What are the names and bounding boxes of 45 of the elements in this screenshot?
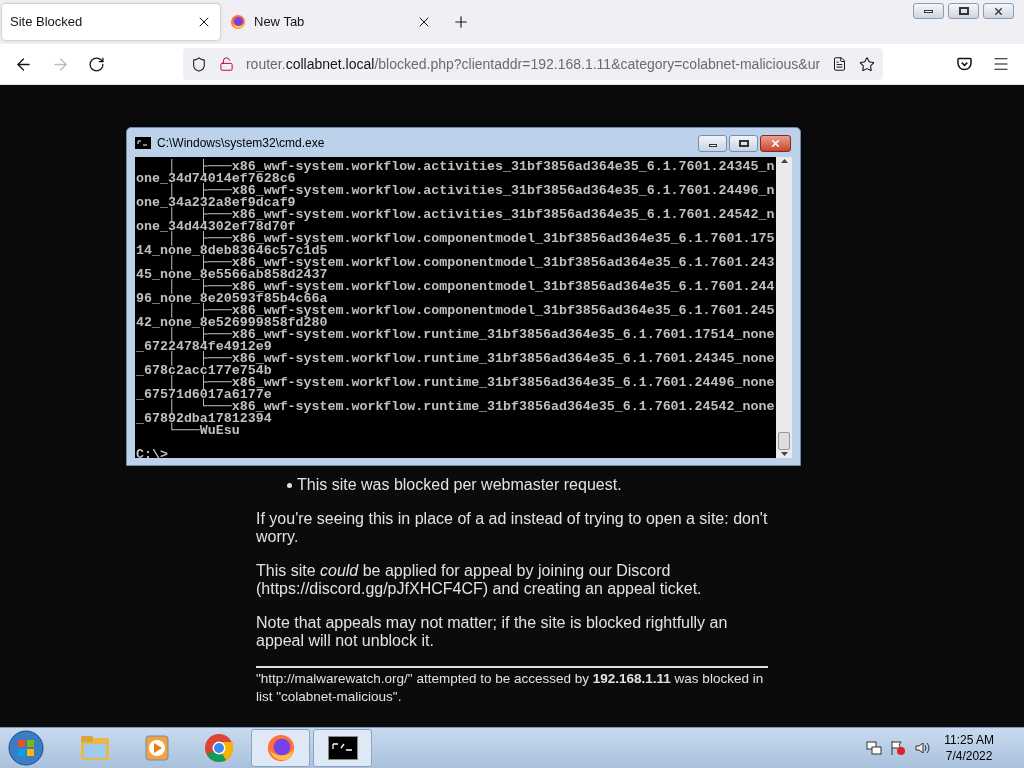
console-output: │ ├───x86_wwf-system.workflow.activities_31bf3856ad364e35_6.1.7601.24345_n one_34d74014ef7628c6 │ ├───x86_wwf-system.workflow.activities_31bf3856ad364e35_6.1.7601.24496_n one_34a232a8ef9dcaf9 │ ├───x86_wwf-system.workflow.activities_31bf3856ad364e35_6.1.7601.24542_n one_34d44302ef78d70f │ ├───x86_wwf-system.workflow.componentmodel_31bf3856ad364e35_6.1.7601.175 14_none_8deb83646c57c1d5 │ ├───x86_wwf-system.workflow.componentmodel_31bf3856ad364e35_6.1.7601.243 45_none_8e5566ab858d2437 │ ├───x86_wwf-system.workflow.componentmodel_31bf3856ad364e35_6.1.7601.244 96_none_8e20593f85b4c66a │ ├───x86_wwf-system.workflow.componentmodel_31bf3856ad364e35_6.1.7601.245 42_none_8e526999858fd280 │ ├───x86_wwf-system.workflow.runtime_31bf3856ad364e35_6.1.7601.17514_none _67224784fe4912e9 │ ├───x86_wwf-system.workflow.runtime_31bf3856ad364e35_6.1.7601.24345_none _678c2acc177e754b │ ├───x86_wwf-system.workflow.runtime_31bf3856ad364e35_6.1.7601.24496_none _67571d6017a6177e │ └───x86_wwf-system.workflow.runtime_31bf3856ad364e35_6.1.7601.24542_none _67892dba17812394 └───WuEsu C:\> (135, 158, 776, 458)
flag-icon[interactable] (890, 740, 907, 756)
window-title: C:\Windows\system32\cmd.exe (157, 134, 325, 152)
scrollbar[interactable] (776, 157, 792, 458)
minimize-button[interactable] (698, 135, 727, 152)
scroll-thumb[interactable] (778, 432, 790, 450)
paragraph: Note that appeals may not matter; if the site is blocked rightfully an appeal will not unblock it. (256, 614, 729, 650)
blocked-notice: "http://malwarewatch.org/" attempted to be accessed by 192.168.1.11 was blocked in list "colabnet-malicious". (256, 670, 765, 706)
chrome-logo-icon (203, 733, 234, 763)
address-bar[interactable]: router.collabnet.local/blocked.php?clientaddr=192.168.1.11&category=colabnet-malicious&ur (183, 48, 883, 80)
close-icon (993, 5, 1004, 17)
browser-tab[interactable]: Site Blocked (2, 4, 220, 40)
reload-icon[interactable] (88, 55, 105, 73)
fox-logo-icon (230, 14, 246, 30)
shield-icon[interactable] (191, 55, 207, 73)
clock[interactable]: 11:25 AM 7/4/2022 (944, 732, 994, 764)
play-icon (144, 735, 169, 761)
browser-tab[interactable]: New Tab (222, 4, 440, 40)
new-tab-icon[interactable] (452, 13, 470, 31)
list-item-text: This site was blocked per webmaster request. (297, 476, 622, 494)
scroll-down-icon[interactable] (780, 452, 788, 456)
maximize-button[interactable] (729, 135, 758, 152)
reader-view-icon[interactable] (832, 56, 848, 72)
folder-icon (79, 734, 110, 762)
menu-icon[interactable] (992, 55, 1010, 73)
lock-icon[interactable] (218, 56, 234, 72)
speaker-icon[interactable] (914, 740, 931, 756)
pocket-icon[interactable] (957, 57, 972, 71)
console-icon (327, 736, 358, 760)
start-button[interactable] (8, 730, 44, 766)
bullet-icon (287, 483, 292, 488)
firefox-logo-icon (265, 733, 296, 763)
scroll-up-icon[interactable] (780, 159, 788, 163)
minimize-button[interactable] (913, 3, 944, 19)
bookmark-star-icon[interactable] (859, 55, 875, 73)
restore-button[interactable] (948, 3, 979, 19)
taskbar-button[interactable] (313, 729, 372, 767)
paragraph: This site could be applied for appeal by joining our Discord (https://discord.gg/pJfXHCF4CF) and creating an appeal ticket. (256, 562, 703, 598)
paragraph: If you're seeing this in place of a ad instead of trying to open a site: don't worry. (256, 510, 768, 546)
close-button[interactable] (983, 3, 1014, 19)
close-icon (770, 138, 781, 149)
close-button[interactable] (760, 135, 791, 152)
console-icon (135, 136, 151, 149)
network-icon[interactable] (866, 740, 883, 756)
url-text: router.collabnet.local/blocked.php?clientaddr=192.168.1.11&category=colabnet-malicious&ur (245, 54, 821, 74)
